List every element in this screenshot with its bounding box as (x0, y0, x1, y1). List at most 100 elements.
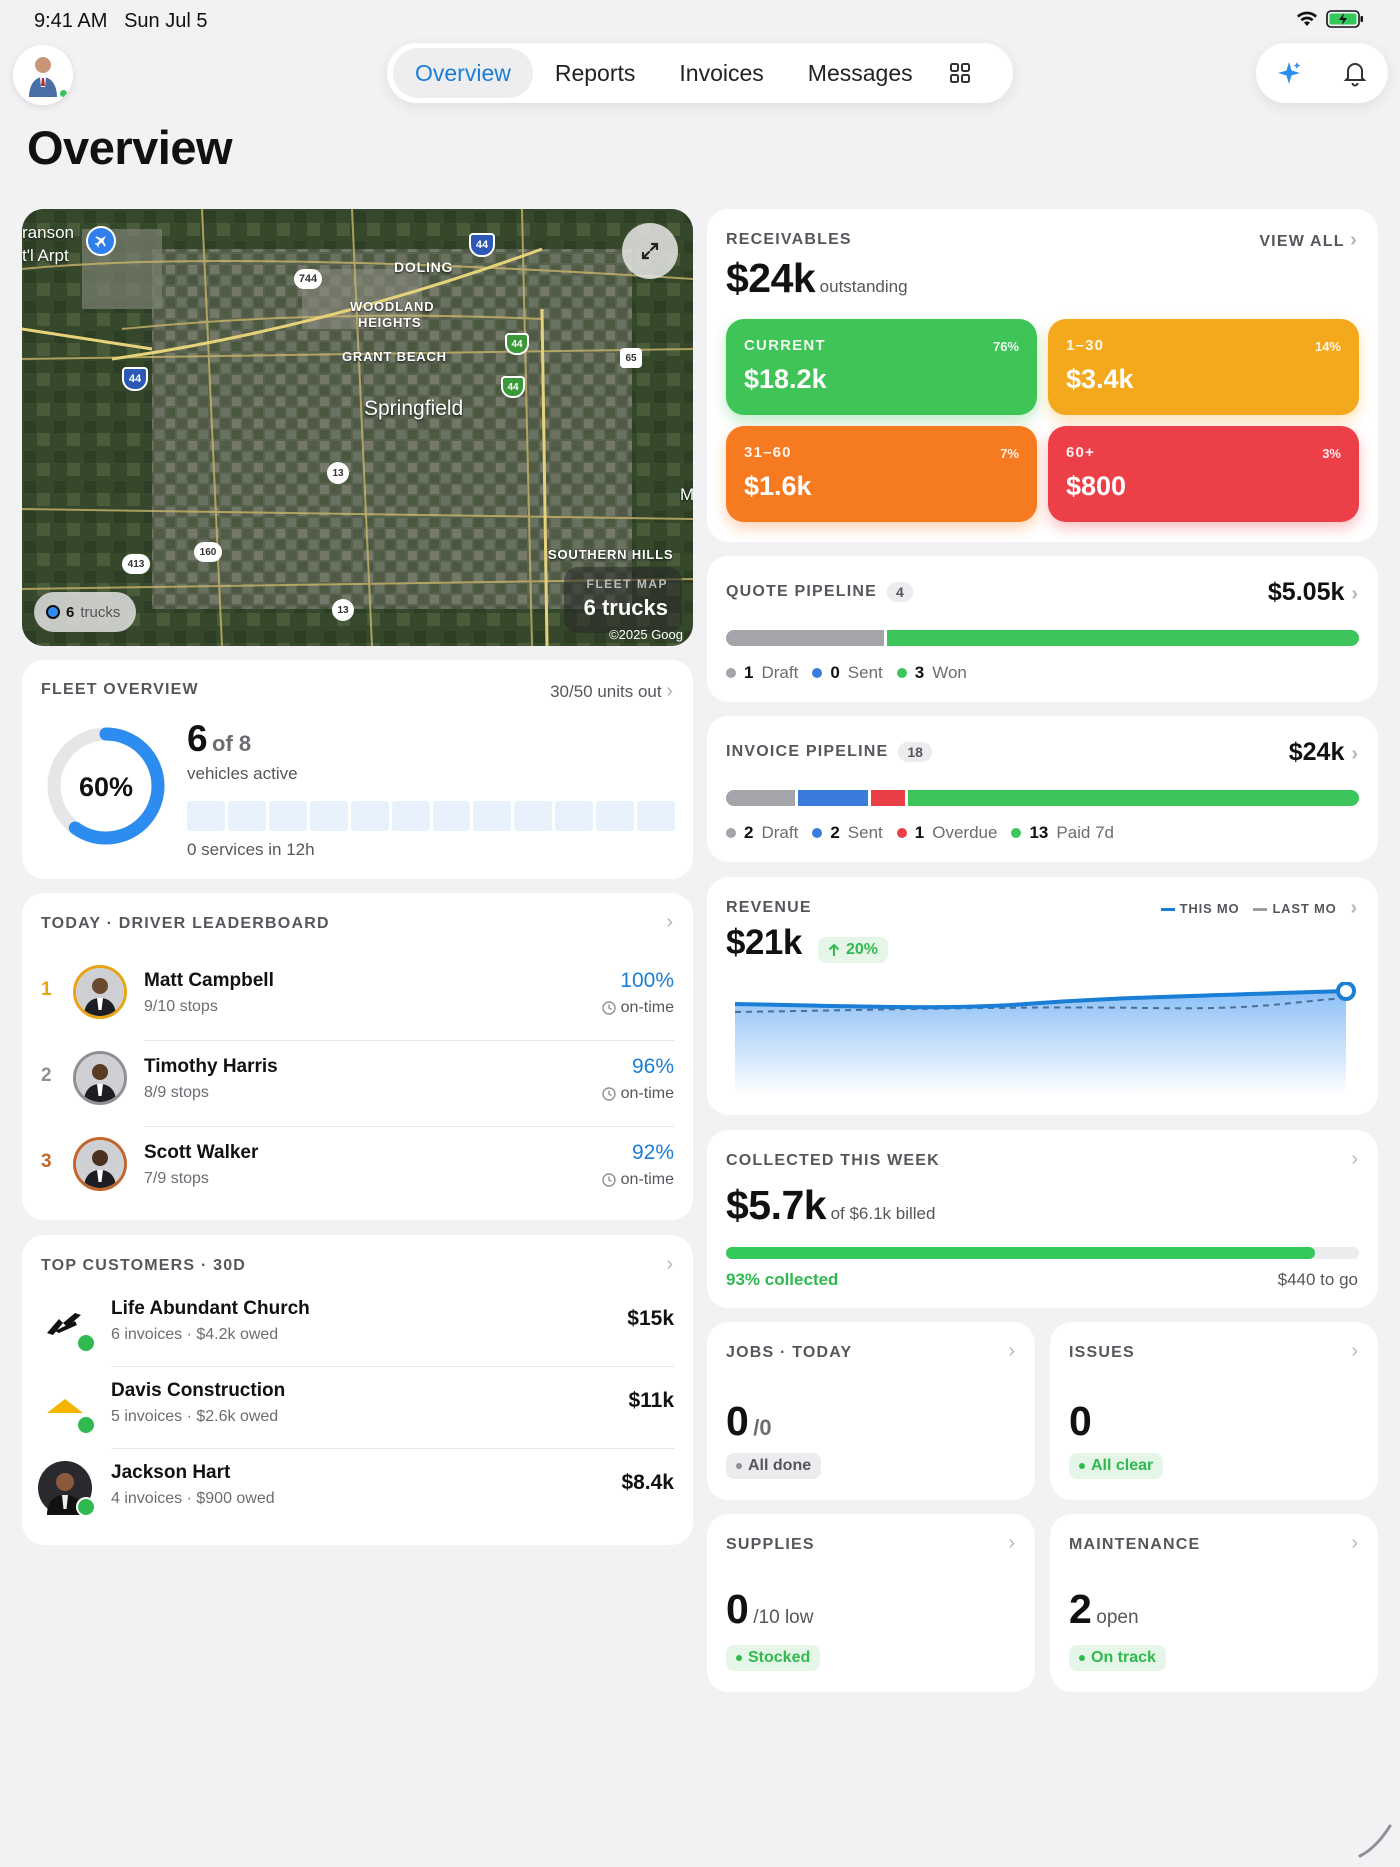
view-all-link[interactable]: VIEW ALL › (1259, 229, 1358, 252)
leaderboard-row[interactable]: 3 Scott Walker 7/9 stops 92% on-time (22, 1127, 693, 1213)
driver-name: Scott Walker (144, 1142, 259, 1163)
customer-row[interactable]: Jackson Hart 4 invoices · $900 owed $8.4k (22, 1449, 693, 1531)
driver-ontime: on-time (601, 999, 674, 1017)
services-text: 0 services in 12h (187, 840, 315, 859)
ontime-label: on-time (620, 1085, 674, 1102)
units-out[interactable]: 30/50 units out › (550, 680, 673, 703)
tab-reports[interactable]: Reports (533, 48, 658, 98)
profile-avatar[interactable] (13, 45, 73, 105)
vehicle-slot (268, 801, 307, 831)
chevron-right-icon[interactable]: › (1351, 1340, 1358, 1363)
jobs-status-label: All done (748, 1457, 812, 1474)
vehicle-slot (596, 801, 635, 831)
card-title: QUOTE PIPELINE (726, 583, 878, 600)
collected-value: $5.7k (726, 1182, 827, 1228)
chevron-right-icon[interactable]: › (1008, 1340, 1015, 1363)
aging-bucket[interactable]: 60+ 3% $800 (1048, 426, 1359, 522)
apps-grid-button[interactable] (935, 48, 985, 98)
invoice-pipeline-card[interactable]: INVOICE PIPELINE 18 $24k › 2 Draft 2 Sent 1 O… (707, 716, 1378, 862)
route-shield: 13 (327, 462, 349, 484)
map-place-label: WOODLAND (350, 299, 435, 314)
collected-card[interactable]: COLLECTED THIS WEEK › $5.7k of $6.1k bil… (707, 1130, 1378, 1308)
online-dot (58, 88, 69, 99)
chevron-right-icon[interactable]: › (666, 1253, 673, 1276)
sparkle-icon[interactable] (1275, 59, 1303, 87)
chevron-right-icon: › (1350, 229, 1358, 251)
vehicle-slot (227, 801, 266, 831)
status-time: 9:41 AM Sun Jul 5 (34, 10, 207, 33)
customer-row[interactable]: Life Abundant Church 6 invoices · $4.2k o… (22, 1285, 693, 1367)
supplies-total: /10 low (753, 1607, 814, 1628)
chevron-right-icon[interactable]: › (666, 911, 673, 934)
issues-status-label: All clear (1091, 1457, 1154, 1474)
route-shield: 744 (294, 269, 322, 289)
fleet-map[interactable]: ranson t'l Arpt DOLING WOODLAND HEIGHTS … (22, 209, 693, 646)
jobs-today-card[interactable]: JOBS · TODAY › 0 /0 All done (707, 1322, 1035, 1500)
bell-icon[interactable] (1341, 59, 1369, 87)
legend-count: 3 (914, 663, 925, 682)
vehicle-slot (514, 801, 553, 831)
chevron-right-icon[interactable]: › (1008, 1532, 1015, 1555)
map-place-label: ranson (22, 223, 74, 242)
driver-name: Matt Campbell (144, 970, 274, 991)
chevron-right-icon[interactable]: › (1351, 897, 1358, 920)
top-customers-card[interactable]: TOP CUSTOMERS · 30D › Life Abundant Chur… (22, 1235, 693, 1545)
customer-name: Jackson Hart (111, 1462, 231, 1483)
aging-bucket[interactable]: 1–30 14% $3.4k (1048, 319, 1359, 415)
legend-dot (812, 668, 823, 678)
issues-card[interactable]: ISSUES › 0 All clear (1050, 1322, 1378, 1500)
bucket-value: $1.6k (744, 471, 812, 501)
map-place-label: HEIGHTS (358, 315, 422, 330)
revenue-chart (734, 982, 1356, 1092)
legend-count: 1 (744, 663, 754, 682)
grid-icon (949, 63, 970, 83)
driver-stops: 7/9 stops (144, 1170, 209, 1187)
customer-amount: $11k (628, 1389, 674, 1412)
aging-bucket[interactable]: 31–60 7% $1.6k (726, 426, 1037, 522)
collected-amount: $5.7k of $6.1k billed (726, 1182, 935, 1229)
customer-meta: 4 invoices · $900 owed (111, 1490, 275, 1507)
legend-label: Sent (847, 823, 883, 842)
supplies-count: 0 /10 low (726, 1586, 813, 1633)
map-place-label: GRANT BEACH (342, 349, 447, 364)
legend-item: 1 Overdue (896, 823, 997, 843)
revenue-card[interactable]: REVENUE THIS MO LAST MO › $21k 20% (707, 877, 1378, 1115)
legend-label: Draft (761, 663, 799, 682)
legend-label: Draft (761, 823, 799, 842)
customer-meta: 6 invoices · $4.2k owed (111, 1326, 279, 1343)
card-title: ISSUES (1069, 1344, 1135, 1361)
maintenance-card[interactable]: MAINTENANCE › 2 open On track (1050, 1514, 1378, 1692)
driver-leaderboard-card[interactable]: TODAY · DRIVER LEADERBOARD › 1 Matt Campb… (22, 893, 693, 1220)
pipeline-segment (908, 790, 1359, 806)
jobs-value: 0 (726, 1398, 749, 1444)
tab-invoices[interactable]: Invoices (657, 48, 785, 98)
invoice-total[interactable]: $24k › (1289, 738, 1358, 767)
jobs-count: 0 /0 (726, 1398, 772, 1445)
fleet-overview-card[interactable]: FLEET OVERVIEW 30/50 units out › 60% 6 o… (22, 660, 693, 879)
receivables-card[interactable]: RECEIVABLES VIEW ALL › $24k outstanding … (707, 209, 1378, 542)
tab-overview[interactable]: Overview (393, 48, 533, 98)
card-title: RECEIVABLES (726, 231, 852, 248)
supplies-card[interactable]: SUPPLIES › 0 /10 low Stocked (707, 1514, 1035, 1692)
leaderboard-row[interactable]: 1 Matt Campbell 9/10 stops 100% on-time (22, 955, 693, 1041)
maintenance-value: 2 (1069, 1586, 1092, 1632)
legend-item: 2 Sent (812, 823, 883, 843)
bucket-value: $800 (1066, 471, 1127, 501)
business-badge-icon (76, 1333, 96, 1353)
tab-messages[interactable]: Messages (786, 48, 935, 98)
vehicle-slot (350, 801, 389, 831)
aging-bucket[interactable]: CURRENT 76% $18.2k (726, 319, 1037, 415)
trucks-chip[interactable]: 6 trucks (34, 592, 137, 632)
leaderboard-row[interactable]: 2 Timothy Harris 8/9 stops 96% on-time (22, 1041, 693, 1127)
legend-item: 13 Paid 7d (1011, 823, 1114, 843)
chevron-right-icon[interactable]: › (1351, 1532, 1358, 1555)
quote-total[interactable]: $5.05k › (1268, 578, 1358, 607)
vehicle-slot (391, 801, 430, 831)
quote-pipeline-card[interactable]: QUOTE PIPELINE 4 $5.05k › 1 Draft 0 Sent 3 Wo… (707, 556, 1378, 702)
person-badge-icon (76, 1497, 96, 1517)
customer-row[interactable]: Davis Construction 5 invoices · $2.6k owe… (22, 1367, 693, 1449)
clock-icon (601, 1001, 616, 1015)
expand-map-button[interactable] (622, 223, 678, 279)
bucket-label: 60+ (1066, 444, 1096, 461)
chevron-right-icon[interactable]: › (1351, 1148, 1358, 1171)
